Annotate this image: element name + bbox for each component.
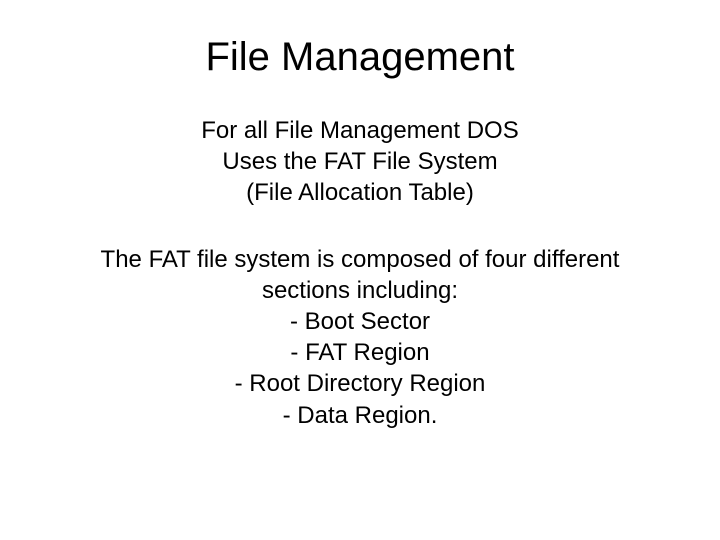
intro-line: Uses the FAT File System: [40, 146, 680, 177]
intro-line: (File Allocation Table): [40, 177, 680, 208]
intro-line: For all File Management DOS: [40, 115, 680, 146]
body-line: - Root Directory Region: [40, 368, 680, 399]
body-line: - Boot Sector: [40, 306, 680, 337]
body-line: - FAT Region: [40, 337, 680, 368]
body-line: The FAT file system is composed of four …: [40, 244, 680, 275]
intro-block: For all File Management DOS Uses the FAT…: [40, 115, 680, 209]
slide-title: File Management: [40, 35, 680, 80]
slide-container: File Management For all File Management …: [0, 0, 720, 540]
body-line: - Data Region.: [40, 400, 680, 431]
body-block: The FAT file system is composed of four …: [40, 244, 680, 431]
body-line: sections including:: [40, 275, 680, 306]
